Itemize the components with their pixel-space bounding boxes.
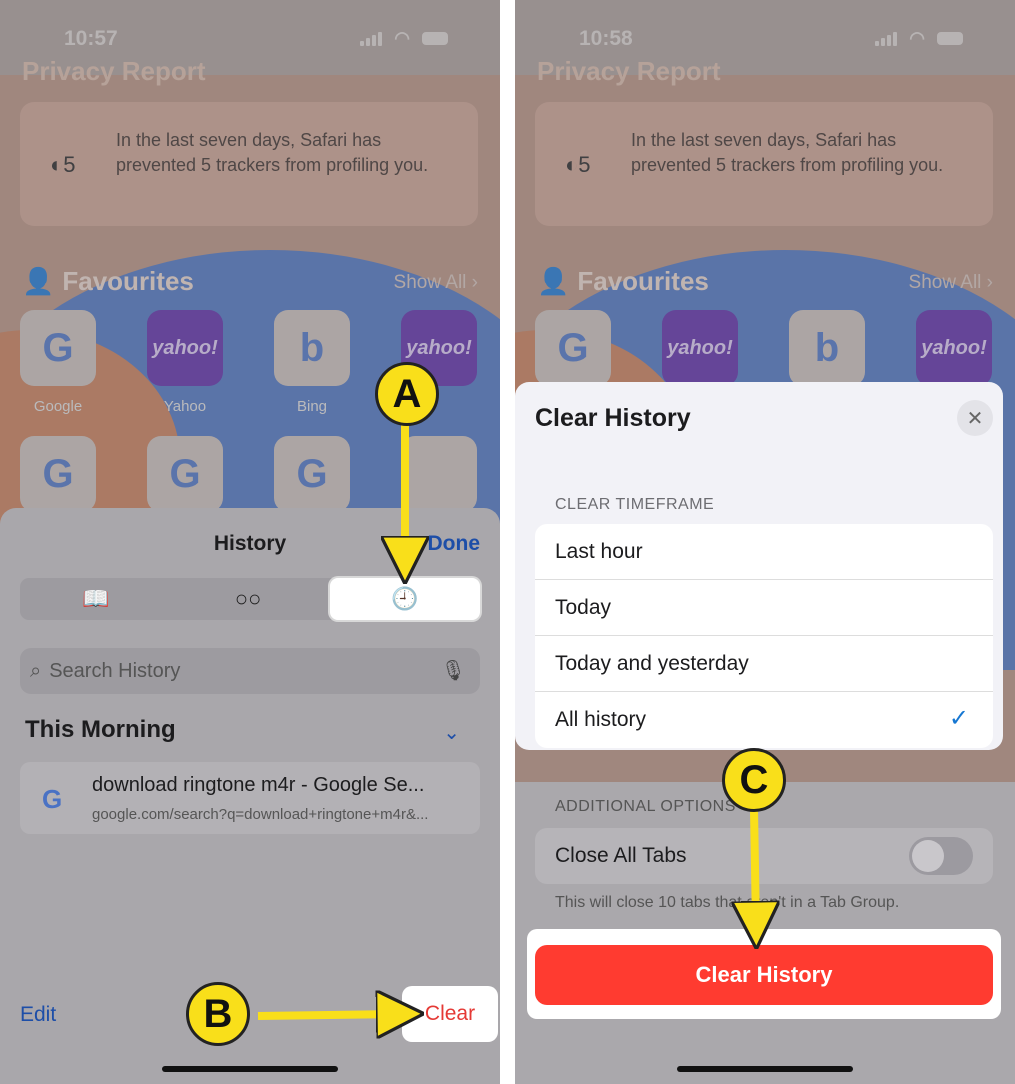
callout-badge-a: A [375, 362, 439, 426]
callout-arrows [257, 424, 1015, 1084]
callout-badge-c: C [722, 748, 786, 812]
arrow-b [257, 1014, 400, 1016]
callout-badge-b: B [186, 982, 250, 1046]
arrow-c [754, 809, 756, 925]
